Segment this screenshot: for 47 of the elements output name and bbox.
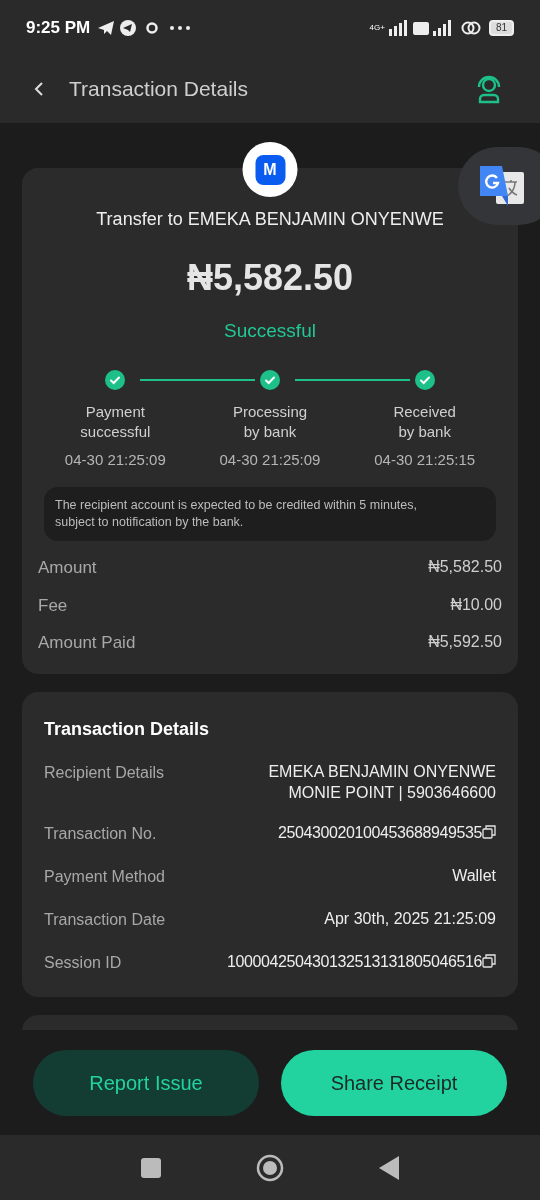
summary-value: ₦5,582.50 — [428, 557, 502, 577]
copy-icon[interactable] — [482, 825, 496, 839]
summary-value: ₦10.00 — [450, 594, 502, 615]
summary-value: ₦5,592.50 — [428, 632, 502, 652]
page-title: Transaction Details — [69, 76, 248, 103]
action-button[interactable]: Report Issue — [33, 1049, 259, 1116]
back-icon[interactable] — [34, 81, 44, 97]
step-time: 04-30 21:25:15 — [374, 449, 476, 470]
recents-icon[interactable] — [141, 1157, 161, 1178]
detail-label: Transaction Date — [44, 909, 166, 930]
more-icon — [170, 25, 191, 30]
detail-label: Session ID — [44, 952, 122, 973]
action-button[interactable]: Share Receipt — [281, 1049, 507, 1116]
paper-plane-icon — [98, 19, 115, 36]
link-icon — [460, 20, 481, 35]
detail-value: 250430020100453688949535 — [278, 822, 482, 843]
detail-label: Payment Method — [44, 866, 165, 887]
ring-icon — [146, 21, 159, 34]
home-icon[interactable] — [256, 1153, 284, 1182]
step-time: 04-30 21:25:09 — [219, 449, 321, 470]
amount: ₦5,582.50 — [186, 256, 354, 300]
copy-icon[interactable] — [482, 954, 496, 968]
translate-bubble[interactable] — [458, 147, 540, 225]
summary-label: Amount Paid — [38, 632, 136, 654]
paper-plane-circle-icon — [120, 19, 137, 36]
transfer-title: Transfer to EMEKA BENJAMIN ONYENWE — [96, 208, 444, 231]
summary-label: Fee — [38, 594, 68, 617]
step-label: Received by bank — [393, 401, 456, 442]
logo-letter: M — [255, 154, 285, 185]
step-time: 04-30 21:25:09 — [64, 449, 166, 470]
step-label: Processing by bank — [232, 401, 308, 442]
summary-label: Amount — [38, 557, 97, 579]
clock-time: 9:25 PM — [26, 16, 91, 39]
detail-value: Wallet — [452, 865, 496, 886]
back-nav-icon[interactable] — [379, 1155, 399, 1180]
translate-icon — [478, 164, 526, 208]
detail-value: Apr 30th, 2025 21:25:09 — [324, 908, 496, 929]
detail-value: 100004250430132513131805046516 — [227, 951, 482, 972]
network-type: 4G+ — [369, 23, 385, 32]
battery-indicator: 81 — [488, 19, 514, 36]
info-tooltip: The recipient account is expected to be credited within 5 minutes, subject to notification by the bank. — [44, 487, 496, 541]
detail-label: Transaction No. — [44, 823, 157, 844]
section-title: Transaction Details — [44, 717, 211, 741]
detail-label: Recipient Details — [44, 762, 165, 783]
detail-value: EMEKA BENJAMIN ONYENWE MONIE POINT | 5903646600 — [268, 761, 496, 803]
step-label: Payment successful — [80, 401, 151, 442]
status-text: Successful — [224, 319, 316, 343]
